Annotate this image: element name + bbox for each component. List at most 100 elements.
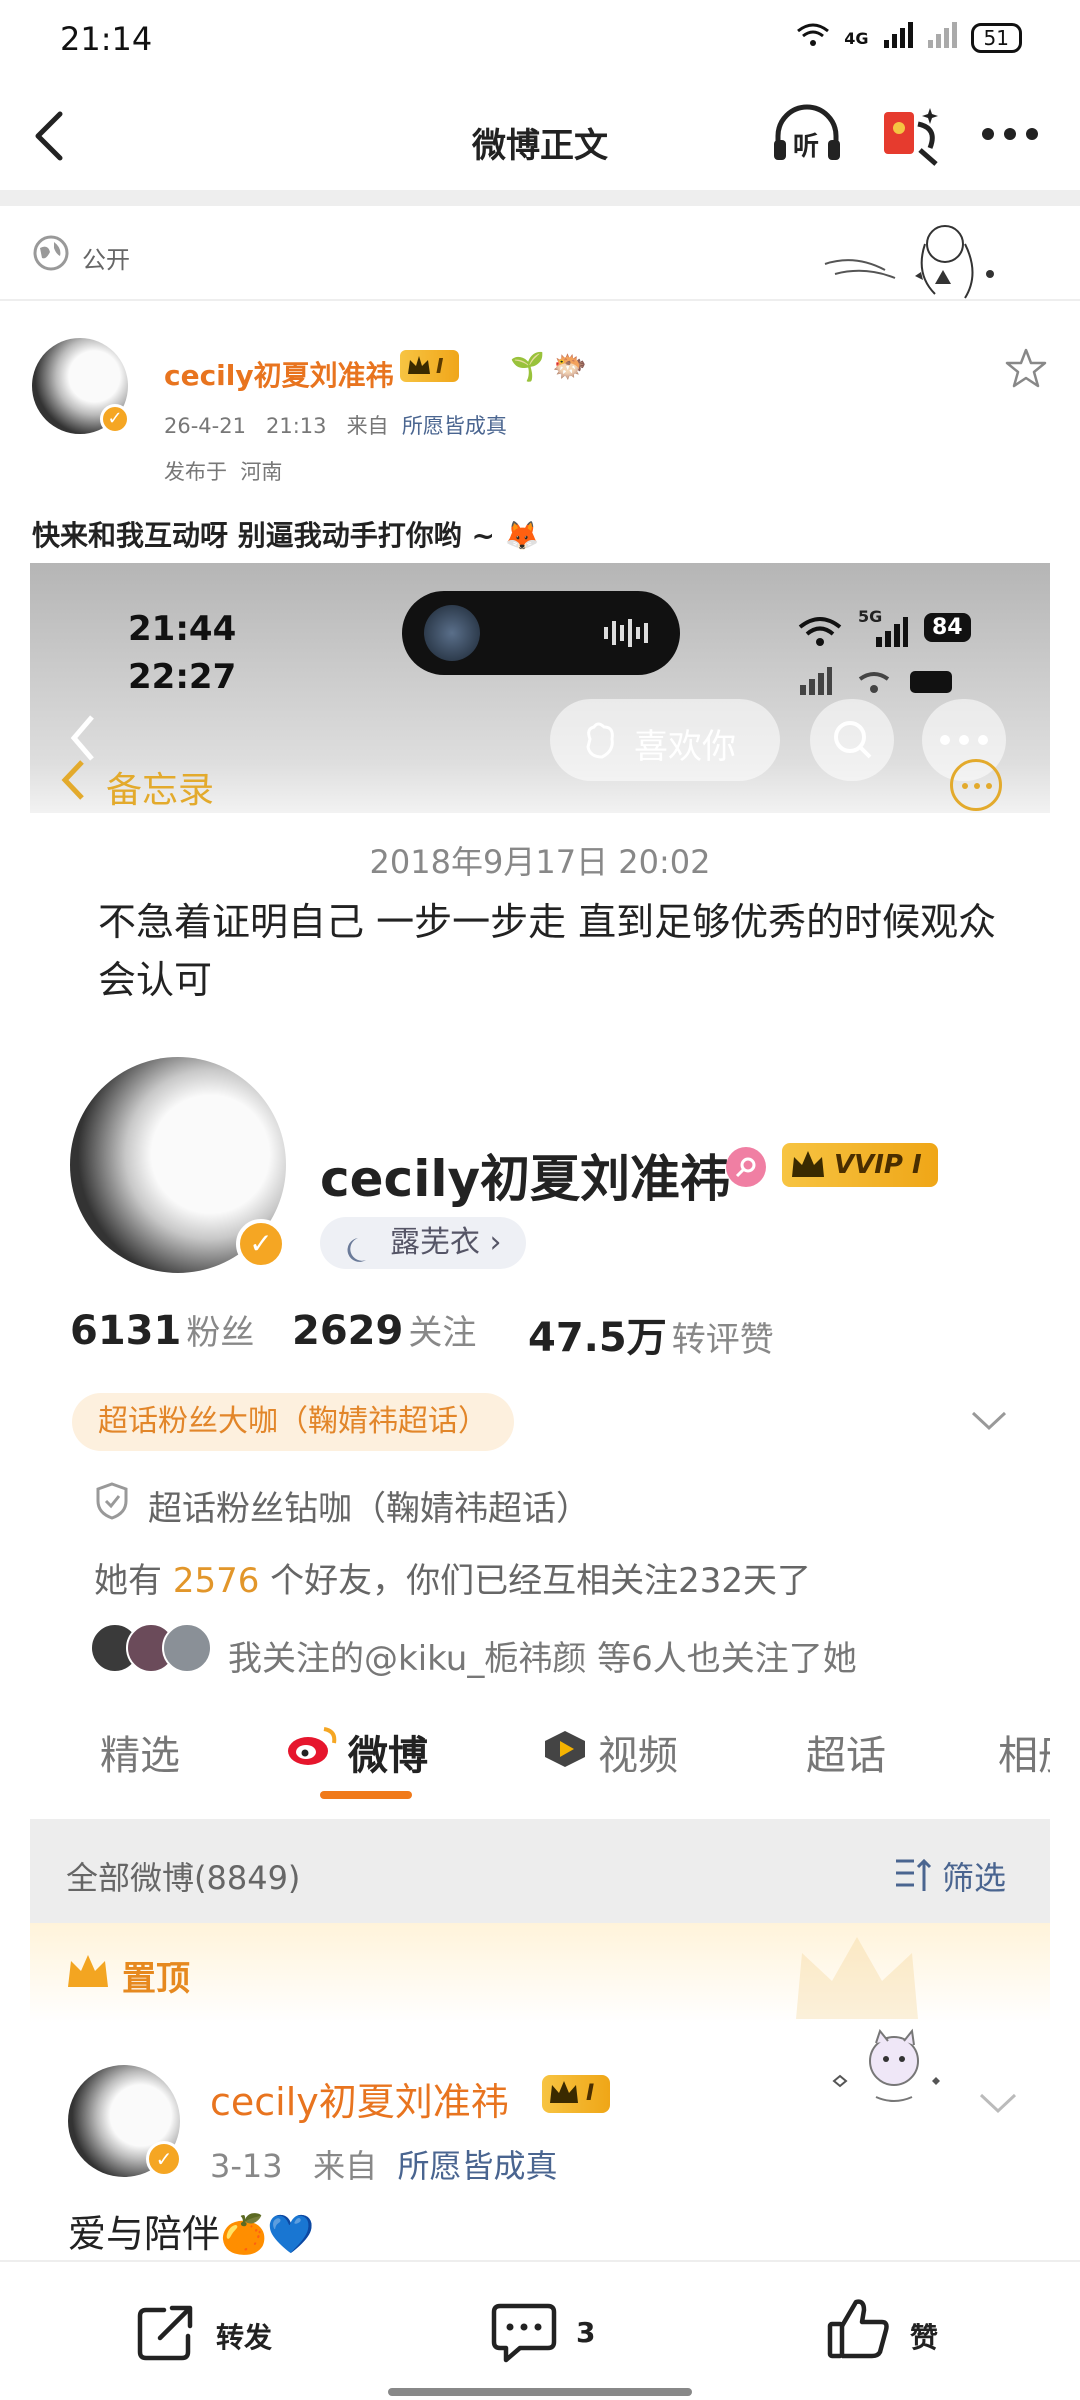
tab-super-topic: 超话 [806, 1733, 886, 1779]
level-badge-text: I [436, 354, 444, 378]
inner-text: 爱与陪伴🍊💙 [68, 2212, 315, 2256]
post-time: 21:13 [266, 414, 327, 438]
verified-icon: ✓ [100, 404, 130, 434]
waveform-icon [602, 617, 650, 653]
friends-count: 2576 [172, 1561, 260, 1601]
status-bar: 21:14 4G 51 [0, 0, 1080, 80]
network-label: 4G [844, 28, 869, 48]
profile-verified-icon: ✓ [236, 1219, 286, 1269]
comment-count: 3 [576, 2316, 596, 2349]
inner-chevron-icon [978, 2091, 1018, 2119]
post-source[interactable]: 所愿皆成真 [402, 414, 507, 438]
profile-stats: 6131 粉丝 [70, 1305, 254, 1354]
memo-date: 2018年9月17日 20:02 [369, 843, 711, 881]
interactions-stat: 47.5万 转评赞 [528, 1305, 774, 1363]
home-indicator[interactable] [388, 2388, 692, 2396]
memo-text: 不急着证明自己 一步一步走 直到足够优秀的时候观众会认可 [98, 900, 997, 1002]
pinned-banner: 置顶 [30, 1923, 1050, 2023]
anime-girl-sticker [815, 214, 1015, 304]
expand-chevron-icon [970, 1409, 1008, 1437]
repost-button[interactable]: 转发 [134, 2302, 272, 2362]
visibility-row: 公开 [0, 206, 1080, 301]
dynamic-island [402, 591, 680, 675]
globe-icon [32, 234, 70, 276]
active-tab-indicator [320, 1791, 412, 1799]
following-stat: 2629 关注 [292, 1305, 476, 1354]
red-envelope-icon[interactable] [880, 104, 944, 172]
visibility-label: 公开 [82, 246, 130, 274]
image-time-2: 22:27 [128, 657, 237, 697]
inner-meta: 3-13 来自 所愿皆成真 [210, 2141, 558, 2187]
filter-icon [894, 1857, 936, 1897]
status-time: 21:14 [60, 20, 153, 58]
pufferfish-icon: 🐡 [552, 350, 587, 383]
inner-crown-icon [548, 2079, 580, 2120]
memo-more-icon [950, 759, 1002, 811]
wifi-icon [796, 22, 830, 54]
image-signal-icon [876, 617, 908, 651]
post-meta: 26-4-21 21:13 来自 所愿皆成真 [164, 410, 507, 440]
section-divider [0, 190, 1080, 206]
all-posts-label: 全部微博(8849) [66, 1859, 301, 1897]
signal-empty-icon [927, 22, 957, 54]
location-label: 发布于 [164, 460, 227, 484]
action-bar: 转发 3 赞 [0, 2260, 1080, 2400]
location-value: 河南 [240, 460, 283, 484]
like-label: 赞 [910, 2321, 939, 2354]
inner-verified-icon: ✓ [146, 2141, 182, 2177]
image-like-button: 喜欢你 [550, 699, 780, 781]
signal-icon [883, 22, 913, 54]
author-name[interactable]: cecily初夏刘准祎 [164, 354, 394, 394]
listen-button[interactable]: 听 [770, 104, 844, 166]
like-button[interactable]: 赞 [826, 2296, 938, 2362]
inner-source: 所愿皆成真 [397, 2147, 558, 2185]
interactions-count: 47.5万 [528, 1315, 667, 1361]
tab-album: 相册 [998, 1733, 1050, 1779]
more-icon[interactable] [980, 126, 1040, 146]
video-icon [542, 1729, 588, 1779]
hand-icon [580, 719, 620, 765]
pinned-label: 置顶 [122, 1959, 190, 1999]
following-label: 关注 [408, 1313, 477, 1353]
friends-prefix: 她有 [94, 1561, 173, 1601]
music-avatar [424, 605, 480, 661]
tab-weibo: 微博 [348, 1733, 428, 1779]
crown-icon [406, 352, 432, 387]
comment-button[interactable]: 3 [490, 2302, 595, 2363]
inner-level-badge: I [542, 2075, 611, 2113]
listen-label: 听 [793, 132, 820, 162]
following-count: 2629 [292, 1308, 404, 1354]
shield-icon [94, 1481, 130, 1525]
image-search-icon [810, 699, 894, 781]
interactions-label: 转评赞 [671, 1320, 774, 1360]
profile-name: cecily初夏刘准祎 [320, 1150, 731, 1208]
memo-back-label: 备忘录 [106, 770, 215, 811]
post-text: 快来和我互动呀 别逼我动手打你哟 ~ 🦊 [32, 519, 540, 552]
inner-author: cecily初夏刘准祎 [210, 2080, 509, 2124]
sub-tag: 露芜衣 › [320, 1217, 526, 1269]
post-image[interactable]: 21:44 22:27 5G 84 喜欢你 备忘录 2018年9月17日 20:… [30, 563, 1050, 2273]
cat-sticker [820, 2027, 950, 2111]
inner-avatar: ✓ [68, 2065, 182, 2177]
post-date: 26-4-21 [164, 414, 246, 438]
profile-avatar: ✓ [70, 1057, 286, 1273]
watermark-crown-icon [792, 1933, 922, 2027]
image-like-label: 喜欢你 [634, 727, 736, 767]
sub-tag-text: 露芜衣 › [390, 1225, 502, 1260]
inner-date: 3-13 [210, 2147, 283, 2185]
image-battery: 84 [924, 613, 971, 642]
image-status-row-2 [800, 667, 960, 701]
moon-icon [344, 1229, 374, 1281]
vip-crown-icon [790, 1149, 826, 1195]
star-icon[interactable] [1004, 346, 1048, 394]
posts-filter-bar: 全部微博(8849) 筛选 [30, 1819, 1050, 1923]
sprout-icon: 🌱 [510, 350, 545, 383]
from-label: 来自 [346, 414, 389, 438]
post-location: 发布于 河南 [164, 456, 282, 486]
mutual-avatar [162, 1623, 212, 1673]
weibo-logo-icon [286, 1725, 338, 1777]
avatar[interactable]: ✓ [32, 338, 130, 434]
image-time-1: 21:44 [128, 609, 237, 649]
pinned-crown-icon [66, 1953, 110, 1995]
nav-bar: 微博正文 听 [0, 80, 1080, 190]
